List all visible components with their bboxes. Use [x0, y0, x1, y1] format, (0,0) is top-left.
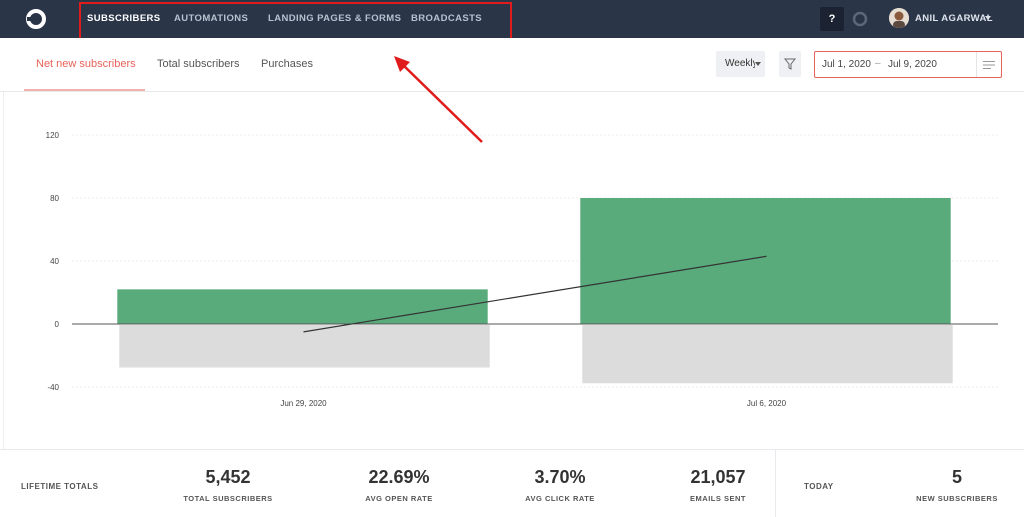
metric-avg-click-rate: 3.70% AVG CLICK RATE	[510, 466, 610, 503]
x-tick-label: Jul 6, 2020	[747, 399, 787, 408]
metric-label: AVG OPEN RATE	[365, 494, 433, 503]
date-end[interactable]: Jul 9, 2020	[888, 59, 937, 70]
bar-positive	[117, 289, 488, 324]
date-range-picker[interactable]: Jul 1, 2020 – Jul 9, 2020	[814, 51, 1002, 78]
metric-value: 5	[951, 467, 962, 487]
y-tick-label: 80	[50, 194, 59, 203]
bar-negative	[582, 325, 953, 384]
interval-select-value: Weekly	[725, 58, 755, 69]
menu-lines-icon[interactable]	[983, 60, 995, 70]
metric-value: 21,057	[690, 467, 746, 487]
loading-spinner-icon	[852, 11, 868, 27]
metric-emails-sent: 21,057 EMAILS SENT	[668, 466, 768, 503]
metric-label: NEW SUBSCRIBERS	[916, 494, 998, 503]
metric-value: 22.69%	[368, 467, 430, 487]
metric-new-subscribers-today: 5 NEW SUBSCRIBERS	[907, 466, 1007, 503]
nav-item-landing-pages-forms[interactable]: LANDING PAGES & FORMS	[268, 13, 401, 24]
chart-svg: 120 80 40 0 -40 Jun 29, 2020 Jul 6, 2020	[46, 131, 998, 408]
nav-item-subscribers[interactable]: SUBSCRIBERS	[87, 13, 161, 24]
y-tick-label: 120	[46, 131, 60, 140]
date-start[interactable]: Jul 1, 2020	[822, 59, 871, 70]
net-new-subscribers-chart: 120 80 40 0 -40 Jun 29, 2020 Jul 6, 2020	[0, 92, 1024, 449]
interval-chevron-down-icon[interactable]	[755, 62, 761, 66]
metric-value: 5,452	[205, 467, 251, 487]
date-picker-divider	[976, 52, 977, 77]
filter-button[interactable]	[779, 51, 801, 77]
y-tick-label: 40	[50, 257, 59, 266]
avatar[interactable]	[889, 8, 909, 28]
totals-footer: LIFETIME TOTALS 5,452 TOTAL SUBSCRIBERS …	[0, 449, 1024, 517]
user-menu-name[interactable]: ANIL AGARWAL	[915, 13, 993, 24]
top-navigation: SUBSCRIBERS AUTOMATIONS LANDING PAGES & …	[0, 0, 1024, 38]
metric-total-subscribers: 5,452 TOTAL SUBSCRIBERS	[178, 466, 278, 503]
nav-item-broadcasts[interactable]: BROADCASTS	[411, 13, 482, 24]
annotation-arrow	[394, 56, 483, 143]
y-tick-label: 0	[55, 320, 60, 329]
tab-purchases[interactable]: Purchases	[261, 58, 313, 70]
today-label: TODAY	[804, 482, 834, 491]
lifetime-totals-label: LIFETIME TOTALS	[21, 482, 99, 491]
tab-net-new-subscribers[interactable]: Net new subscribers	[36, 58, 136, 70]
metric-label: EMAILS SENT	[690, 494, 746, 503]
metric-label: AVG CLICK RATE	[525, 494, 595, 503]
tab-total-subscribers[interactable]: Total subscribers	[157, 58, 240, 70]
help-button[interactable]: ?	[820, 7, 844, 31]
metric-label: TOTAL SUBSCRIBERS	[183, 494, 273, 503]
metric-value: 3.70%	[534, 467, 586, 487]
date-separator: –	[875, 58, 881, 69]
x-tick-label: Jun 29, 2020	[280, 399, 327, 408]
filter-icon	[783, 58, 797, 70]
nav-item-automations[interactable]: AUTOMATIONS	[174, 13, 248, 24]
convertkit-logo-icon[interactable]	[24, 7, 48, 31]
active-tab-indicator	[24, 89, 145, 91]
footer-divider	[775, 450, 776, 517]
metric-avg-open-rate: 22.69% AVG OPEN RATE	[349, 466, 449, 503]
chevron-down-icon[interactable]	[985, 16, 991, 20]
bar-positive	[580, 198, 951, 324]
y-tick-label: -40	[47, 383, 59, 392]
